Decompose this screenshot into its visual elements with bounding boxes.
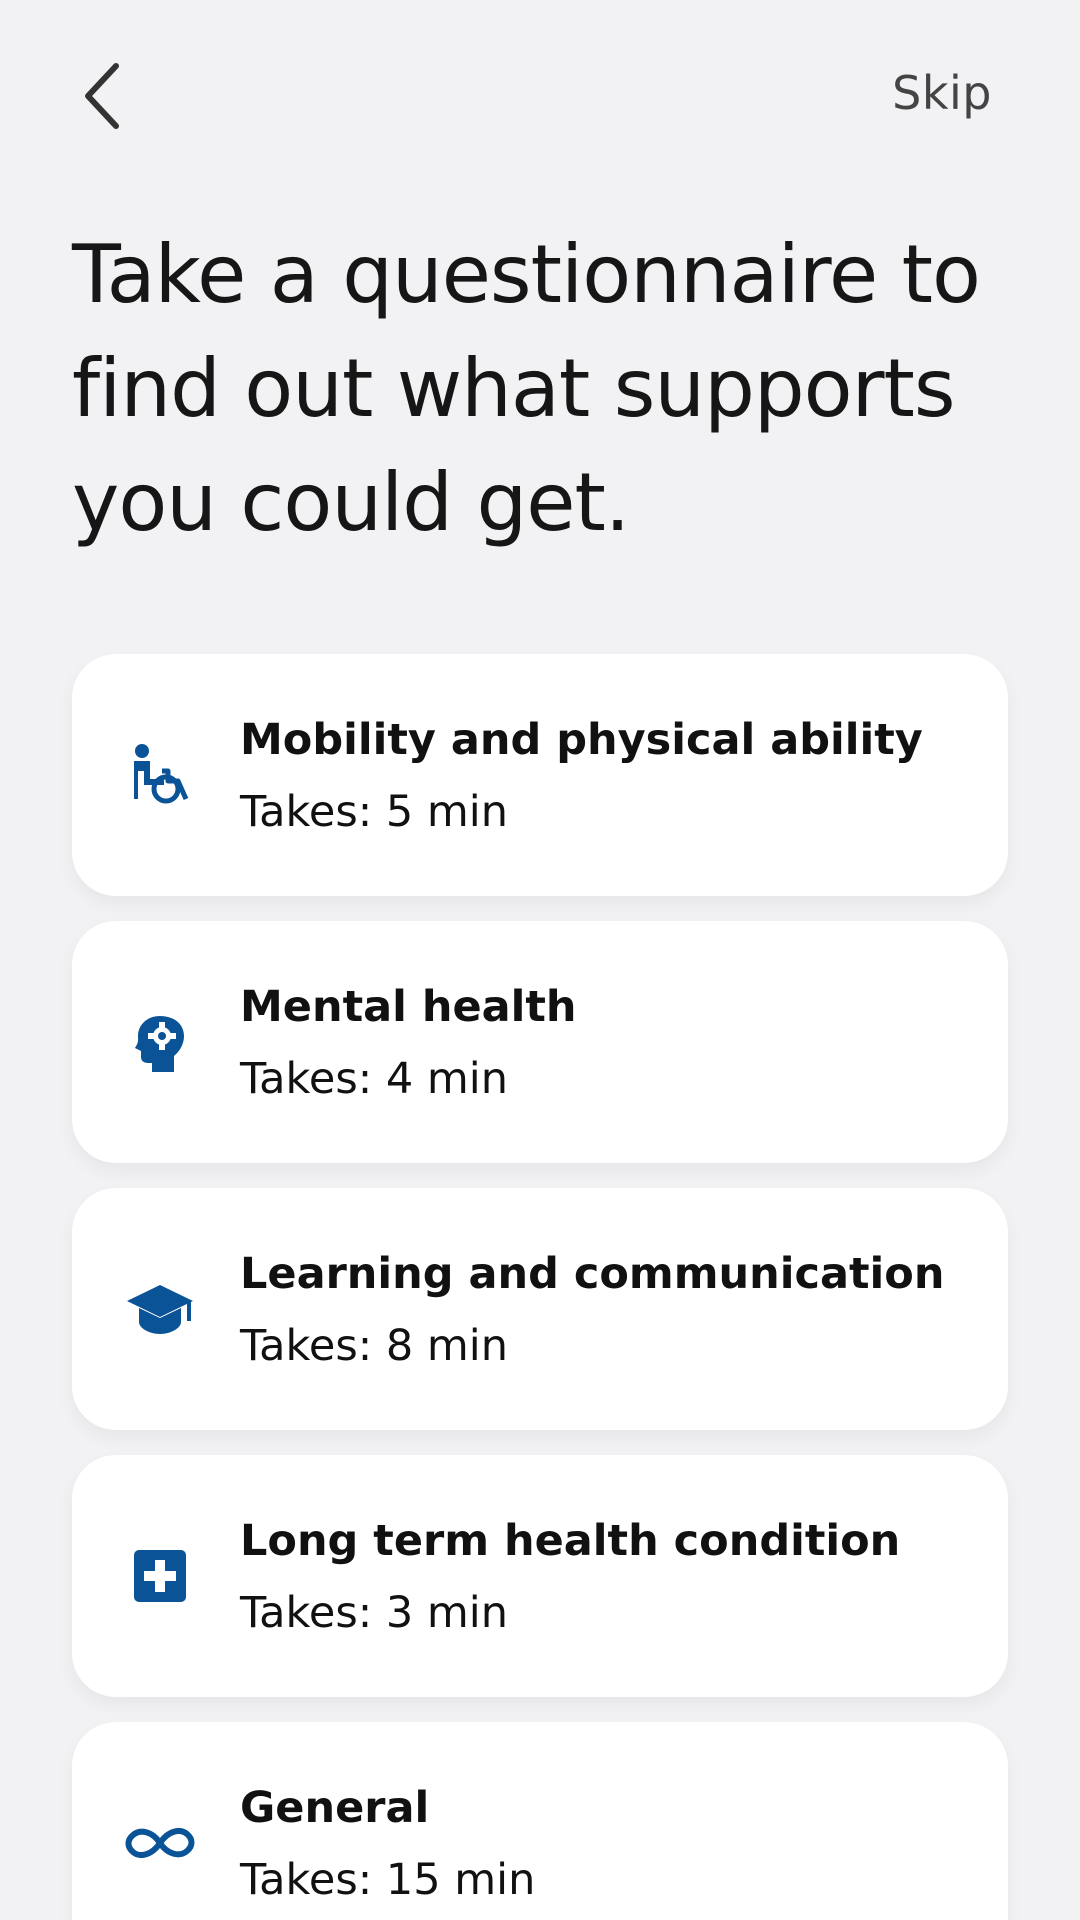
questionnaire-title: General [240, 1783, 430, 1833]
questionnaire-title: Learning and communication [240, 1249, 945, 1299]
medical-cross-icon [122, 1538, 198, 1614]
questionnaire-title: Mobility and physical ability [240, 715, 923, 765]
page-title: Take a questionnaire to find out what su… [72, 228, 981, 549]
questionnaire-card-general[interactable]: General Takes: 15 min [72, 1722, 1008, 1920]
questionnaire-duration: Takes: 8 min [240, 1321, 508, 1371]
skip-button[interactable]: Skip [892, 66, 992, 120]
questionnaire-title: Long term health condition [240, 1516, 901, 1566]
questionnaire-duration: Takes: 15 min [240, 1855, 536, 1905]
head-gear-icon [122, 1004, 198, 1080]
top-bar: Skip [0, 0, 1080, 190]
questionnaire-card-learning[interactable]: Learning and communication Takes: 8 min [72, 1188, 1008, 1430]
infinity-icon [122, 1805, 198, 1881]
graduation-cap-icon [122, 1271, 198, 1347]
questionnaire-card-mental-health[interactable]: Mental health Takes: 4 min [72, 921, 1008, 1163]
questionnaire-list: Mobility and physical ability Takes: 5 m… [72, 654, 1008, 1920]
questionnaire-card-mobility[interactable]: Mobility and physical ability Takes: 5 m… [72, 654, 1008, 896]
questionnaire-duration: Takes: 4 min [240, 1054, 508, 1104]
back-button[interactable] [72, 52, 160, 140]
questionnaire-card-long-term-health[interactable]: Long term health condition Takes: 3 min [72, 1455, 1008, 1697]
chevron-left-icon [85, 63, 119, 129]
questionnaire-duration: Takes: 3 min [240, 1588, 508, 1638]
questionnaire-title: Mental health [240, 982, 577, 1032]
wheelchair-icon [122, 737, 198, 813]
questionnaire-duration: Takes: 5 min [240, 787, 508, 837]
screen: Skip Take a questionnaire to find out wh… [0, 0, 1080, 1920]
